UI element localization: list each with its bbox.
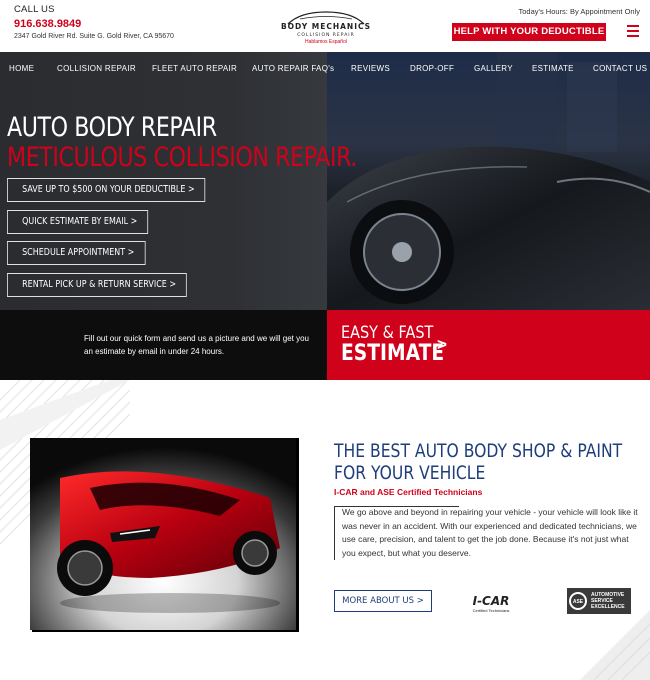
icar-logo-text: I-CAR <box>473 594 510 608</box>
call-us-label: CALL US <box>14 4 55 15</box>
nav-item-faqs[interactable]: AUTO REPAIR FAQ's <box>252 64 334 73</box>
certifications-subheading: I-CAR and ASE Certified Technicians <box>334 487 483 497</box>
more-about-us-button[interactable]: MORE ABOUT US > <box>334 590 432 612</box>
ase-badge-text: ASE <box>573 599 584 605</box>
nav-item-reviews[interactable]: REVIEWS <box>351 64 390 73</box>
hero-subtitle: METICULOUS COLLISION REPAIR. <box>7 142 357 173</box>
rental-pickup-button[interactable]: RENTAL PICK UP & RETURN SERVICE > <box>7 273 187 297</box>
nav-item-fleet-auto-repair[interactable]: FLEET AUTO REPAIR <box>152 64 237 73</box>
hamburger-icon[interactable] <box>627 25 639 37</box>
nav-item-home[interactable]: HOME <box>9 64 34 73</box>
site-logo[interactable]: BODY MECHANICS COLLISION REPAIR Hablamos… <box>270 8 382 46</box>
nav-item-gallery[interactable]: GALLERY <box>474 64 513 73</box>
logo-line-1: BODY MECHANICS <box>281 22 371 31</box>
help-with-deductible-button[interactable]: HELP WITH YOUR DEDUCTIBLE <box>452 23 606 41</box>
estimate-label: ESTIMATE <box>341 341 445 366</box>
logo-line-3: Hablamos Español <box>305 39 347 45</box>
corner-stripes-decoration <box>580 610 650 680</box>
address: 2347 Gold River Rd. Suite G. Gold River,… <box>14 33 174 40</box>
top-bar: CALL US 916.638.9849 2347 Gold River Rd.… <box>0 0 650 52</box>
red-sports-car-photo <box>30 438 296 630</box>
phone-number-link[interactable]: 916.638.9849 <box>14 18 81 30</box>
easy-fast-estimate-button[interactable]: EASY & FAST ESTIMATE > <box>327 310 650 380</box>
estimate-band: Fill out our quick form and send us a pi… <box>0 310 650 380</box>
icar-logo-subtext: Certified Technicians <box>473 608 510 613</box>
nav-item-estimate[interactable]: ESTIMATE <box>532 64 574 73</box>
nav-item-drop-off[interactable]: DROP-OFF <box>410 64 454 73</box>
page: CALL US 916.638.9849 2347 Gold River Rd.… <box>0 0 650 680</box>
save-deductible-button[interactable]: SAVE UP TO $500 ON YOUR DEDUCTIBLE > <box>7 178 206 202</box>
nav-item-contact-us[interactable]: CONTACT US <box>593 64 647 73</box>
estimate-band-text: Fill out our quick form and send us a pi… <box>84 334 310 356</box>
about-section: THE BEST AUTO BODY SHOP & PAINT FOR YOUR… <box>0 380 650 680</box>
hero-car-image <box>327 52 650 310</box>
about-description: We go above and beyond in repairing your… <box>334 506 640 560</box>
about-heading-line-1: THE BEST AUTO BODY SHOP & PAINT <box>334 440 623 462</box>
schedule-appointment-button[interactable]: SCHEDULE APPOINTMENT > <box>7 241 146 265</box>
chevron-right-icon: > <box>437 335 447 354</box>
nav-item-collision-repair[interactable]: COLLISION REPAIR <box>57 64 136 73</box>
hero-section: AUTO BODY REPAIR METICULOUS COLLISION RE… <box>0 52 650 310</box>
todays-hours: Today's Hours: By Appointment Only <box>518 7 641 16</box>
ase-line-3: EXCELLENCE <box>591 604 625 610</box>
hero-title: AUTO BODY REPAIR <box>7 112 217 143</box>
easy-fast-label: EASY & FAST <box>341 323 434 343</box>
logo-line-2: COLLISION REPAIR <box>297 32 354 38</box>
icar-logo: I-CAR Certified Technicians <box>473 594 510 613</box>
ase-logo: ASE AUTOMOTIVE SERVICE EXCELLENCE <box>567 588 631 614</box>
main-nav: HOME COLLISION REPAIR FLEET AUTO REPAIR … <box>0 52 650 84</box>
quick-estimate-button[interactable]: QUICK ESTIMATE BY EMAIL > <box>7 210 149 234</box>
about-heading-line-2: FOR YOUR VEHICLE <box>334 462 486 484</box>
